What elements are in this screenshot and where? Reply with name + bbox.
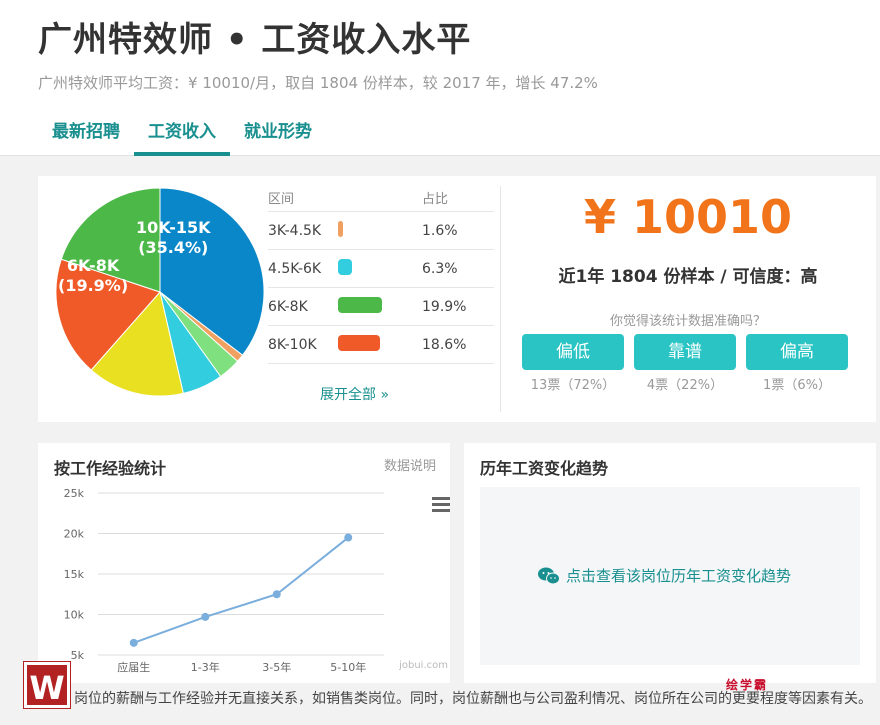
tab-salary[interactable]: 工资收入 — [134, 116, 230, 156]
share-bar — [338, 334, 380, 351]
page-header: 广州特效师 • 工资收入水平 广州特效师平均工资：¥ 10010/月，取自 18… — [0, 0, 880, 156]
share-bar — [338, 296, 382, 313]
vote-fair-button[interactable]: 靠谱 — [634, 334, 736, 370]
vote-high-count: 1票（6%） — [763, 378, 831, 393]
average-salary: ¥ 10010 — [583, 190, 793, 244]
vote-low-button[interactable]: 偏低 — [522, 334, 624, 370]
pie-label-percent: (35.4%) — [138, 238, 209, 257]
menu-icon[interactable] — [432, 497, 450, 512]
experience-line-chart: 25k 20k 15k 10k 5k 应届生 1-3年 3-5年 5-10年 — [64, 487, 384, 674]
vote-low: 偏低 13票（72%） — [522, 334, 624, 393]
x-tick-label: 1-3年 — [191, 660, 220, 674]
row-bar — [338, 220, 422, 241]
row-range: 3K-4.5K — [268, 222, 322, 239]
data-point[interactable] — [129, 638, 138, 647]
range-table-header: 区间 占比 — [268, 184, 494, 212]
vote-high: 偏高 1票（6%） — [746, 334, 848, 393]
table-row: 6K-8K 19.9% — [268, 288, 494, 326]
salary-distribution-panel: 10K-15K (35.4%) 6K-8K (19.9%) 区间 占比 3K-4… — [38, 176, 876, 422]
salary-pie-chart: 10K-15K (35.4%) 6K-8K (19.9%) — [52, 184, 268, 400]
row-share: 6.3% — [422, 260, 458, 277]
trend-panel: 历年工资变化趋势 点击查看该岗位历年工资变化趋势 — [464, 443, 876, 683]
page-subtitle: 广州特效师平均工资：¥ 10010/月，取自 1804 份样本，较 2017 年… — [38, 74, 598, 92]
vote-group: 偏低 13票（72%） 靠谱 4票（22%） 偏高 1票（6%） — [522, 334, 848, 393]
data-point[interactable] — [344, 533, 353, 542]
y-tick-label: 10k — [64, 609, 85, 622]
expand-all-link[interactable]: 展开全部 » — [320, 384, 389, 404]
site-logo: W — [23, 661, 71, 709]
y-tick-label: 25k — [64, 487, 85, 500]
header-range: 区间 — [268, 192, 295, 207]
experience-panel: 按工作经验统计 数据说明 25k 20k 15k 10k 5k 应届生 1-3年 3-5年 5-… — [38, 443, 450, 683]
pie-label-range: 6K-8K — [66, 256, 120, 275]
data-point[interactable] — [201, 612, 210, 621]
vote-fair: 靠谱 4票（22%） — [634, 334, 736, 393]
y-tick-label: 5k — [71, 649, 85, 662]
data-explanation-link[interactable]: 数据说明 — [384, 455, 436, 474]
share-bar — [338, 220, 343, 237]
row-share: 1.6% — [422, 222, 458, 239]
x-tick-label: 应届生 — [117, 660, 150, 674]
trend-view-link[interactable]: 点击查看该岗位历年工资变化趋势 — [538, 565, 791, 586]
wechat-icon — [538, 567, 560, 584]
table-row: 8K-10K 18.6% — [268, 326, 494, 364]
row-share: 19.9% — [422, 298, 467, 315]
pie-label-percent: (19.9%) — [58, 276, 129, 295]
x-tick-label: 3-5年 — [262, 660, 291, 674]
table-row: 3K-4.5K 1.6% — [268, 212, 494, 250]
row-bar — [338, 258, 422, 279]
vote-low-count: 13票（72%） — [530, 378, 616, 393]
row-range: 4.5K-6K — [268, 260, 322, 277]
vote-fair-count: 4票（22%） — [646, 378, 724, 393]
brand-watermark: 绘学霸 — [726, 678, 769, 692]
sample-info: 近1年 1804 份样本 / 可信度：高 — [558, 267, 818, 287]
row-range: 8K-10K — [268, 336, 317, 353]
trend-placeholder: 点击查看该岗位历年工资变化趋势 — [480, 487, 860, 665]
trend-link-text: 点击查看该岗位历年工资变化趋势 — [566, 567, 792, 585]
x-tick-label: 5-10年 — [330, 660, 366, 674]
jobui-watermark: jobui.com — [399, 660, 448, 671]
share-bar — [338, 258, 352, 275]
series-line — [133, 536, 349, 644]
data-point[interactable] — [272, 590, 281, 599]
header-share: 占比 — [422, 192, 449, 207]
vote-high-button[interactable]: 偏高 — [746, 334, 848, 370]
tab-employment[interactable]: 就业形势 — [230, 116, 326, 156]
accuracy-question: 你觉得该统计数据准确吗？ — [609, 314, 766, 329]
y-tick-label: 20k — [64, 528, 85, 541]
tab-bar: 最新招聘 工资收入 就业形势 — [38, 116, 326, 156]
table-row: 4.5K-6K 6.3% — [268, 250, 494, 288]
tab-latest-jobs[interactable]: 最新招聘 — [38, 116, 134, 156]
page-title: 广州特效师 • 工资收入水平 — [38, 20, 472, 60]
pie-label-range: 10K-15K — [136, 218, 211, 237]
y-tick-label: 15k — [64, 568, 85, 581]
row-bar — [338, 296, 422, 317]
row-share: 18.6% — [422, 336, 467, 353]
range-table: 区间 占比 3K-4.5K 1.6% 4.5K-6K 6.3% 6K-8K 19… — [268, 184, 494, 364]
pie-label-6k-8k: 6K-8K (19.9%) — [58, 256, 128, 296]
trend-title: 历年工资变化趋势 — [480, 459, 609, 478]
row-range: 6K-8K — [268, 298, 308, 315]
row-bar — [338, 334, 422, 355]
pie-label-10k-15k: 10K-15K (35.4%) — [136, 218, 211, 258]
experience-title: 按工作经验统计 — [54, 459, 167, 478]
